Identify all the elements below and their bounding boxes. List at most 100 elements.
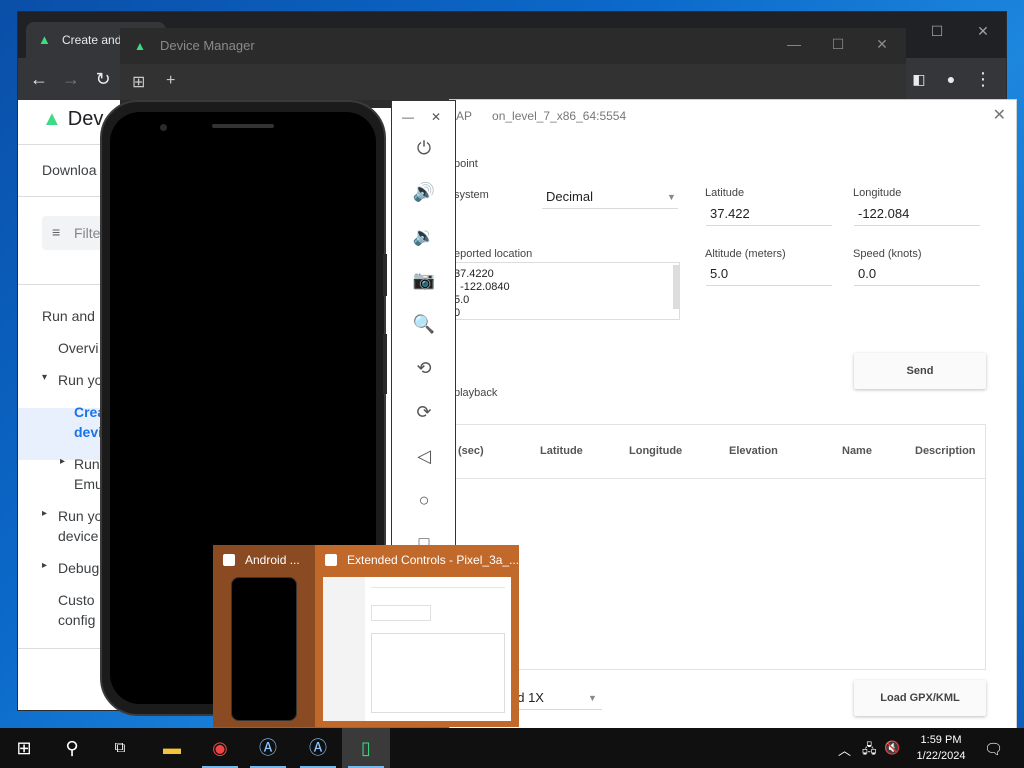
start-icon[interactable]: ⊞ — [0, 728, 48, 768]
chevron-right-icon[interactable]: ▸ — [42, 508, 47, 519]
sidebar-item-customize[interactable]: Custo — [58, 592, 95, 608]
rotate-left-icon[interactable]: ⟲ — [412, 356, 436, 380]
sidebar-item-run-emulator[interactable]: Run — [74, 456, 100, 472]
col-elevation: Elevation — [729, 445, 778, 457]
chrome-icon[interactable]: ◉ — [196, 728, 244, 768]
maximize-button[interactable]: ☐ — [824, 36, 852, 58]
profile-icon[interactable]: ● — [938, 66, 964, 92]
coordinate-system-label: system — [454, 189, 489, 201]
thumbnail-android[interactable]: Android ... — [213, 545, 315, 727]
altitude-input[interactable]: 5.0 — [706, 266, 832, 286]
zoom-icon[interactable]: 🔍 — [412, 312, 436, 336]
android-studio-icon-2[interactable]: Ⓐ — [294, 728, 342, 768]
chevron-up-icon[interactable]: ︿ — [838, 740, 851, 759]
chevron-right-icon[interactable]: ▸ — [42, 560, 47, 571]
sidebar-item-customize-line2: config — [58, 612, 96, 628]
volume-up-icon[interactable]: 🔊 — [412, 180, 436, 204]
thumbnail-extended-controls[interactable]: Extended Controls - Pixel_3a_... — [315, 545, 519, 727]
longitude-label: Longitude — [853, 187, 902, 199]
col-latitude: Latitude — [540, 445, 583, 457]
minimize-icon[interactable]: — — [398, 105, 418, 129]
sidebar-item-run-device-line2: device — [58, 528, 99, 544]
search-icon[interactable]: ⚲ — [48, 728, 96, 768]
downloads-link[interactable]: Downloa — [42, 162, 96, 178]
col-longitude: Longitude — [629, 445, 683, 457]
clock-date: 1/22/2024 — [916, 750, 966, 762]
coordinate-system-select[interactable]: Decimal — [542, 189, 678, 209]
sidebar-item-create-line2: devi — [74, 424, 103, 440]
volume-icon[interactable]: 🔇 — [884, 740, 900, 756]
emulator-app-icon — [223, 554, 235, 566]
sidebar-item-run-and[interactable]: Run and — [42, 308, 95, 324]
emulator-app-icon — [325, 554, 337, 566]
close-button[interactable]: ✕ — [966, 18, 1000, 44]
thumbnail-phone-preview — [231, 577, 297, 721]
taskbar-clock[interactable]: 1:59 PM 1/22/2024 — [908, 732, 974, 764]
chevron-down-icon[interactable]: ▾ — [42, 372, 47, 383]
android-icon: ▲ — [38, 32, 51, 47]
volume-down-icon[interactable]: 🔉 — [412, 224, 436, 248]
add-icon[interactable]: + — [166, 72, 175, 90]
filter-icon: ≡ — [52, 224, 61, 240]
speed-label: Speed (knots) — [853, 248, 922, 260]
longitude-input[interactable]: -122.084 — [854, 206, 980, 226]
forward-icon[interactable]: → — [58, 66, 84, 92]
altitude-label: Altitude (meters) — [705, 248, 786, 260]
col-name: Name — [842, 445, 872, 457]
playback-table: (sec) Latitude Longitude Elevation Name … — [450, 424, 986, 670]
android-studio-icon[interactable]: Ⓐ — [244, 728, 292, 768]
close-icon[interactable]: ✕ — [993, 105, 1006, 125]
sidebar-item-debug[interactable]: Debug — [58, 560, 99, 576]
close-icon[interactable]: ✕ — [426, 105, 446, 129]
back-icon[interactable]: ◁ — [412, 444, 436, 468]
minimize-button[interactable]: — — [780, 36, 808, 58]
chevron-down-icon: ▼ — [588, 693, 597, 703]
reload-icon[interactable]: ↻ — [90, 66, 116, 92]
filter-placeholder: Filte — [74, 225, 101, 241]
menu-icon[interactable]: ⋮ — [970, 66, 996, 92]
sidebar-item-run-your[interactable]: Run yo — [58, 372, 102, 388]
close-button[interactable]: ✕ — [868, 36, 896, 58]
single-point-label: point — [454, 158, 478, 170]
scrollbar[interactable] — [673, 265, 679, 309]
latitude-input[interactable]: 37.422 — [706, 206, 832, 226]
emulator-toolbar: — ✕ ⏻ 🔊 🔉 📷 🔍 ⟲ ⟳ ◁ ○ □ — [391, 100, 456, 553]
file-explorer-icon[interactable]: ▬ — [148, 728, 196, 768]
taskbar-thumbnails: Android ... Extended Controls - Pixel_3a… — [213, 545, 519, 727]
load-gpx-kml-button[interactable]: Load GPX/KML — [854, 680, 986, 716]
rotate-right-icon[interactable]: ⟳ — [412, 400, 436, 424]
android-logo-icon: ▲ — [42, 108, 62, 130]
speed-input[interactable]: 0.0 — [854, 266, 980, 286]
chevron-down-icon: ▼ — [667, 192, 676, 202]
sidebar-item-overview[interactable]: Overvi — [58, 340, 98, 356]
speaker-grille — [212, 124, 274, 128]
notification-icon[interactable]: 🗨 — [984, 740, 1003, 758]
tab-title: Create and — [62, 33, 122, 47]
device-manager-window: ▲ Device Manager — ☐ ✕ ⊞ + — [120, 28, 906, 108]
network-icon[interactable]: 🖧 — [862, 740, 877, 762]
thumbnail-title: Android ... — [245, 553, 300, 567]
power-icon[interactable]: ⏻ — [412, 136, 436, 160]
reported-line: 5.0 — [454, 294, 470, 306]
reported-location-box: 37.4220 : -122.0840 5.0 0 — [450, 262, 680, 320]
back-icon[interactable]: ← — [26, 66, 52, 92]
grid-icon[interactable]: ⊞ — [132, 72, 145, 92]
extended-controls-titlebar: AP on_level_7_x86_64:5554 ✕ — [450, 100, 1016, 130]
thumbnail-title: Extended Controls - Pixel_3a_... — [347, 553, 520, 567]
col-description: Description — [915, 445, 976, 457]
device-manager-titlebar: ▲ Device Manager — ☐ ✕ — [120, 28, 906, 64]
docs-logo[interactable]: ▲ Dev — [42, 108, 103, 131]
send-button[interactable]: Send — [854, 353, 986, 389]
chevron-right-icon[interactable]: ▸ — [60, 456, 65, 467]
camera-dot — [160, 124, 167, 131]
camera-icon[interactable]: 📷 — [412, 268, 436, 292]
emulator-taskbar-icon[interactable]: ▯ — [342, 728, 390, 768]
home-icon[interactable]: ○ — [412, 488, 436, 512]
reported-line: 37.4220 — [454, 268, 494, 280]
sidepanel-icon[interactable]: ◧ — [906, 66, 932, 92]
sidebar-item-run-device[interactable]: Run yo — [58, 508, 102, 524]
task-view-icon[interactable]: ⧉ — [96, 728, 144, 768]
reported-location-label: eported location — [454, 248, 533, 260]
maximize-button[interactable]: ☐ — [920, 18, 954, 44]
device-manager-title: Device Manager — [160, 38, 255, 53]
